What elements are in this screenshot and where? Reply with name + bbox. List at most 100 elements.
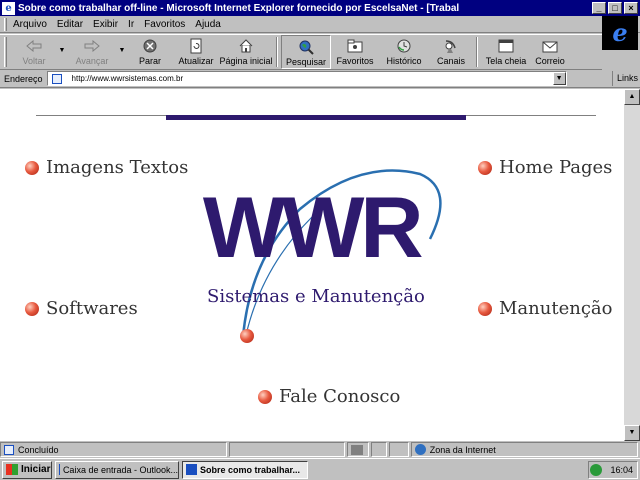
- vertical-scrollbar[interactable]: ▲ ▼: [624, 89, 640, 441]
- menu-ir[interactable]: Ir: [128, 19, 134, 30]
- start-label: Iniciar: [21, 464, 51, 475]
- refresh-icon: [187, 38, 205, 54]
- ie-app-icon: e: [2, 1, 15, 15]
- web-page-content: WWR Sistemas e Manutenção Imagens Textos…: [0, 89, 624, 441]
- status-page-icon: [4, 444, 14, 455]
- status-zone-cell: Zona da Internet: [410, 442, 638, 457]
- forward-button[interactable]: Avançar: [67, 35, 117, 69]
- home-icon: [237, 38, 255, 54]
- link-label[interactable]: Fale Conosco: [279, 386, 400, 407]
- status-text: Concluído: [18, 444, 59, 455]
- channels-label: Canais: [436, 56, 465, 66]
- link-label[interactable]: Manutenção: [499, 298, 612, 319]
- fullscreen-button[interactable]: Tela cheia: [481, 35, 531, 69]
- channels-button[interactable]: Canais: [429, 35, 473, 69]
- menu-editar[interactable]: Editar: [57, 19, 83, 30]
- toolbar-separator-2: [476, 37, 478, 67]
- toolbar-grip[interactable]: [4, 37, 7, 67]
- stop-icon: [141, 38, 159, 54]
- network-tray-icon[interactable]: [590, 464, 603, 476]
- address-url[interactable]: http://www.wwrsistemas.com.br: [72, 74, 184, 83]
- links-button[interactable]: Links: [612, 71, 638, 86]
- start-button[interactable]: Iniciar: [2, 460, 52, 479]
- favorites-button[interactable]: Favoritos: [331, 35, 379, 69]
- toolbar-separator: [276, 37, 278, 67]
- link-softwares[interactable]: Softwares: [25, 298, 138, 319]
- menu-arquivo[interactable]: Arquivo: [13, 19, 47, 30]
- status-progress-cell: [229, 442, 345, 457]
- link-fale-conosco[interactable]: Fale Conosco: [258, 386, 400, 407]
- status-bar: Concluído Zona da Internet: [0, 441, 640, 458]
- taskbar: Iniciar Caixa de entrada - Outlook... So…: [0, 458, 640, 480]
- back-dropdown-arrow[interactable]: ▼: [57, 47, 67, 54]
- maximize-button[interactable]: □: [608, 2, 622, 14]
- wwr-logo: WWR: [202, 180, 424, 276]
- stop-label: Parar: [138, 56, 161, 66]
- home-label: Página inicial: [219, 56, 273, 66]
- link-label[interactable]: Softwares: [46, 298, 138, 319]
- back-button[interactable]: Voltar: [11, 35, 57, 69]
- windows-flag-icon: [6, 464, 18, 475]
- standard-toolbar: Voltar ▼ Avançar ▼ Parar Atualizar Págin…: [0, 34, 602, 70]
- forward-arrow-icon: [83, 38, 101, 54]
- minimize-button[interactable]: _: [592, 2, 606, 14]
- back-arrow-icon: [25, 38, 43, 54]
- link-imagens-textos[interactable]: Imagens Textos: [25, 157, 188, 178]
- favorites-label: Favoritos: [336, 56, 374, 66]
- bullet-icon: [25, 301, 39, 316]
- menu-bar: Arquivo Editar Exibir Ir Favoritos Ajuda…: [0, 16, 640, 50]
- channels-satellite-icon: [442, 38, 460, 54]
- search-button[interactable]: Pesquisar: [281, 35, 331, 69]
- scroll-up-button[interactable]: ▲: [624, 89, 640, 105]
- link-label[interactable]: Home Pages: [499, 157, 612, 178]
- status-offline-cell: [346, 442, 369, 457]
- clock[interactable]: 16:04: [610, 465, 633, 475]
- link-label[interactable]: Imagens Textos: [46, 157, 188, 178]
- close-button[interactable]: ×: [624, 2, 638, 14]
- stop-button[interactable]: Parar: [127, 35, 173, 69]
- logo-subtitle: Sistemas e Manutenção: [207, 286, 425, 307]
- refresh-label: Atualizar: [178, 56, 214, 66]
- orbit-ball-icon: [240, 329, 254, 343]
- ie-throbber-logo: e: [602, 16, 638, 50]
- address-dropdown-button[interactable]: ▼: [552, 72, 566, 85]
- menu-exibir[interactable]: Exibir: [93, 19, 118, 30]
- refresh-button[interactable]: Atualizar: [173, 35, 219, 69]
- menu-favoritos[interactable]: Favoritos: [144, 19, 185, 30]
- history-button[interactable]: Histórico: [379, 35, 429, 69]
- title-bar: e Sobre como trabalhar off-line - Micros…: [0, 0, 640, 16]
- history-clock-icon: [395, 38, 413, 54]
- link-home-pages[interactable]: Home Pages: [478, 157, 612, 178]
- bullet-icon: [258, 389, 272, 404]
- menu-grip[interactable]: [4, 17, 7, 31]
- mail-envelope-icon: [541, 38, 559, 54]
- fullscreen-label: Tela cheia: [485, 56, 527, 66]
- back-label: Voltar: [22, 56, 46, 66]
- forward-dropdown-arrow[interactable]: ▼: [117, 47, 127, 54]
- scroll-down-button[interactable]: ▼: [624, 425, 640, 441]
- menu-ajuda[interactable]: Ajuda: [195, 19, 221, 30]
- status-extra-cell: [388, 442, 409, 457]
- forward-label: Avançar: [75, 56, 109, 66]
- bullet-icon: [25, 160, 39, 175]
- bullet-icon: [478, 160, 492, 175]
- internet-zone-icon: [414, 444, 426, 455]
- task-outlook[interactable]: Caixa de entrada - Outlook...: [55, 460, 179, 479]
- address-input[interactable]: http://www.wwrsistemas.com.br ▼: [46, 71, 567, 86]
- search-label: Pesquisar: [285, 57, 327, 67]
- bullet-icon: [478, 301, 492, 316]
- mail-label: Correio: [535, 56, 565, 66]
- window-title: Sobre como trabalhar off-line - Microsof…: [18, 2, 460, 14]
- zone-text: Zona da Internet: [429, 444, 496, 455]
- task-label: Caixa de entrada - Outlook...: [62, 464, 178, 475]
- task-internet-explorer[interactable]: Sobre como trabalhar...: [182, 460, 308, 479]
- link-manutencao[interactable]: Manutenção: [478, 298, 612, 319]
- offline-icon: [350, 444, 363, 455]
- history-label: Histórico: [386, 56, 422, 66]
- page-icon: [51, 73, 62, 84]
- search-globe-icon: [297, 39, 315, 55]
- home-button[interactable]: Página inicial: [219, 35, 273, 69]
- system-tray: 16:04: [588, 461, 638, 479]
- ie-task-icon: [186, 464, 197, 475]
- mail-button[interactable]: Correio: [531, 35, 569, 69]
